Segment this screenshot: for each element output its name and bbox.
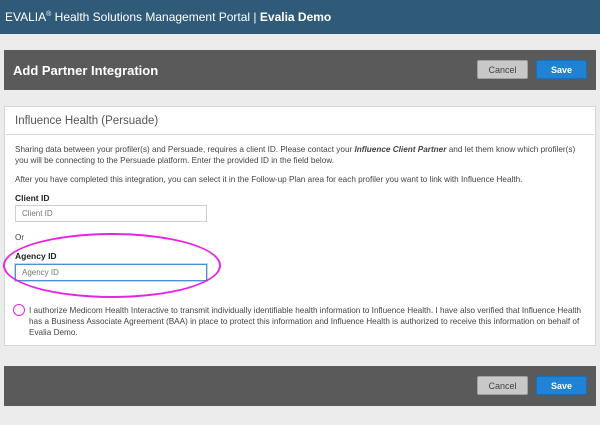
page-title: Add Partner Integration xyxy=(13,62,159,78)
card-divider xyxy=(6,134,594,135)
brand-name: EVALIA® xyxy=(5,10,51,24)
footer-cancel-button[interactable]: Cancel xyxy=(477,376,528,395)
agency-id-input[interactable] xyxy=(15,264,207,281)
footer-save-button[interactable]: Save xyxy=(536,376,587,395)
card-title: Influence Health (Persuade) xyxy=(15,115,159,127)
agency-id-label: Agency ID xyxy=(15,251,57,261)
top-nav-bar: EVALIA® Health Solutions Management Port… xyxy=(0,0,600,34)
header-save-button[interactable]: Save xyxy=(536,60,587,79)
intro-text-start: Sharing data between your profiler(s) an… xyxy=(15,145,355,154)
client-partner-emphasis: Influence Client Partner xyxy=(354,145,447,154)
or-separator: Or xyxy=(15,233,25,242)
authorization-text: I authorize Medicom Health Interactive t… xyxy=(29,306,582,337)
page-footer-bar: Cancel Save xyxy=(4,366,596,406)
authorization-checkbox[interactable] xyxy=(13,304,25,316)
page-header-bar: Add Partner Integration Cancel Save xyxy=(4,50,596,90)
client-id-input[interactable] xyxy=(15,205,207,222)
brand-text: EVALIA xyxy=(5,10,47,24)
header-cancel-button[interactable]: Cancel xyxy=(477,60,528,79)
organization-name: Evalia Demo xyxy=(259,10,332,24)
client-id-label: Client ID xyxy=(15,193,50,203)
portal-name: Health Solutions Management Portal | xyxy=(51,10,260,24)
integration-card: Influence Health (Persuade) Sharing data… xyxy=(3,106,596,346)
intro-paragraph: Sharing data between your profiler(s) an… xyxy=(15,144,585,166)
followup-note: After you have completed this integratio… xyxy=(15,175,523,184)
